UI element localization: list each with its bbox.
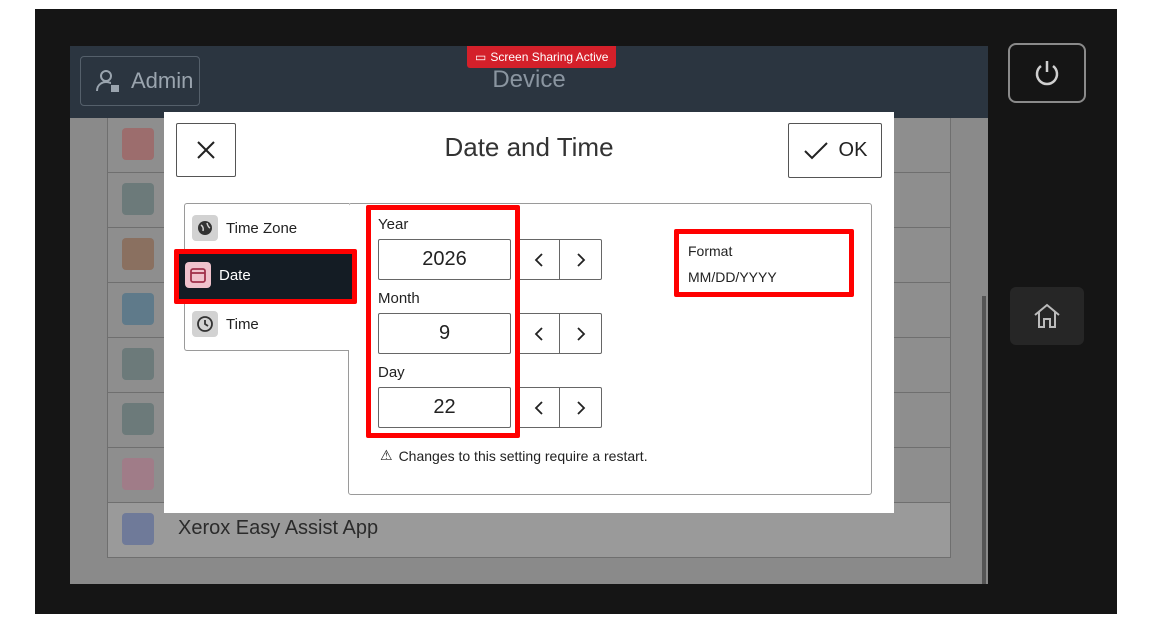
chevron-left-icon (534, 326, 543, 341)
app-icon (122, 513, 154, 545)
document-icon (122, 183, 154, 215)
day-decrement-button[interactable] (518, 387, 560, 428)
ok-label: OK (838, 139, 868, 161)
chevron-right-icon (576, 400, 585, 415)
highlight-box (366, 205, 520, 438)
globe-icon (192, 215, 218, 241)
screen-sharing-badge: ▭ Screen Sharing Active (467, 46, 617, 68)
screen-share-icon: ▭ (475, 50, 487, 64)
clock-icon (192, 311, 218, 337)
nav-item-label: Time Zone (226, 219, 298, 237)
year-increment-button[interactable] (560, 239, 602, 280)
power-button[interactable] (1008, 43, 1086, 103)
warning-icon: ⚠ (380, 447, 393, 463)
calculator-icon (122, 293, 154, 325)
ok-button[interactable]: OK (788, 123, 882, 178)
restart-notice-text: Changes to this setting require a restar… (398, 447, 648, 464)
chevron-left-icon (534, 400, 543, 415)
app-icon (122, 348, 154, 380)
app-icon (122, 128, 154, 160)
nav-item-time-zone[interactable]: Time Zone (185, 204, 349, 252)
power-icon (1035, 61, 1059, 86)
app-icon (122, 403, 154, 435)
home-icon (1034, 303, 1060, 328)
checkmark-icon (803, 141, 828, 159)
nav-item-label: Time (226, 315, 259, 333)
month-decrement-button[interactable] (518, 313, 560, 354)
chevron-right-icon (576, 326, 585, 341)
chevron-left-icon (534, 252, 543, 267)
highlight-box (674, 229, 854, 297)
restart-notice: ⚠ Changes to this setting require a rest… (380, 447, 648, 464)
year-decrement-button[interactable] (518, 239, 560, 280)
month-increment-button[interactable] (560, 313, 602, 354)
highlight-box (174, 249, 357, 304)
screen-sharing-label: Screen Sharing Active (490, 50, 609, 64)
box-icon (122, 238, 154, 270)
nav-item-time[interactable]: Time (185, 300, 349, 348)
scrollbar[interactable] (982, 296, 986, 584)
dialog-title: Date and Time (444, 132, 614, 162)
page-title: Device (492, 66, 566, 93)
day-increment-button[interactable] (560, 387, 602, 428)
list-item-label: Xerox Easy Assist App (178, 517, 379, 539)
home-button[interactable] (1010, 287, 1084, 345)
chevron-right-icon (576, 252, 585, 267)
date-time-dialog: Date and Time OK Time Zone Time Date Yea… (164, 112, 894, 513)
cloud-upload-icon (122, 458, 154, 490)
